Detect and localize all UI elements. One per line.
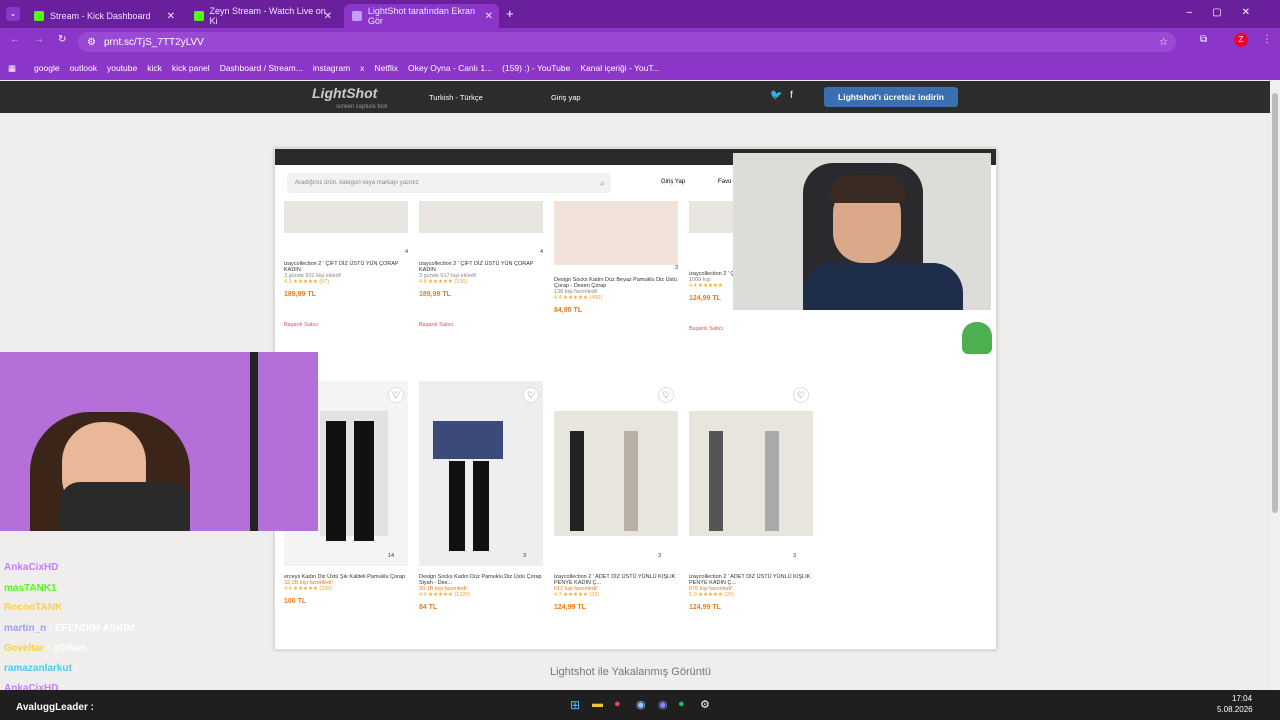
menu-icon[interactable]: ⋮ [1262, 34, 1272, 45]
emote-frog [962, 322, 992, 354]
forward-icon[interactable]: → [34, 34, 44, 45]
bookmark-youtube-159[interactable]: (159) :) - YouTube [502, 63, 570, 73]
bookmark-google[interactable]: google [34, 63, 60, 73]
tab-kick-dashboard[interactable]: Stream - Kick Dashboard ✕ [26, 4, 181, 28]
favorite-heart-icon: ♡ [523, 387, 539, 403]
reload-icon[interactable]: ↻ [58, 34, 66, 45]
product-image [419, 381, 543, 566]
product-card: 4 izaycollection 2 ' ÇİFT DİZ ÜSTÜ YÜN Ç… [284, 201, 408, 328]
chat-message: martin_n : EFENDİM AŞKIM [4, 623, 135, 634]
lightshot-header: LightShot screen capture tool Turkish - … [0, 81, 1270, 113]
bookmark-outlook[interactable]: outlook [70, 63, 97, 73]
bookmark-youtube[interactable]: youtube [107, 63, 137, 73]
new-tab-button[interactable]: + [506, 6, 514, 21]
tab-zeyn-stream[interactable]: Zeyn Stream - Watch Live on Ki ✕ [186, 4, 338, 28]
site-info-icon[interactable]: ⚙ [87, 37, 96, 48]
address-bar[interactable]: ⚙ prnt.sc/TjS_7TT2yLVV ☆ [78, 32, 1176, 52]
clock-time[interactable]: 17:04 [1232, 694, 1252, 703]
webcam-overlay-streamer [733, 153, 991, 310]
tab-search-button[interactable]: ⌄ [6, 7, 20, 21]
toolbar: ← → ↻ ⚙ prnt.sc/TjS_7TT2yLVV ☆ ⧉ Z ⋮ [0, 28, 1280, 56]
screenshot-caption: Lightshot ile Yakalanmış Görüntü [550, 666, 712, 678]
webcam-overlay-guest [0, 352, 318, 531]
product-card: 3 Design Socks Kadın Düz Beyaz Pamuklu D… [554, 201, 678, 314]
tab-strip: ⌄ Stream - Kick Dashboard ✕ Zeyn Stream … [0, 0, 1280, 28]
bookmark-kick-panel[interactable]: kick panel [172, 63, 210, 73]
close-tab-icon[interactable]: ✕ [485, 11, 493, 22]
kick-icon [194, 11, 204, 21]
settings-icon[interactable]: ⚙ [700, 698, 710, 711]
product-card: 3 izaycollection 2 ' ADET DİZ ÜSTÜ YÜNLÜ… [689, 381, 813, 611]
bookmark-star-icon[interactable]: ☆ [1159, 37, 1168, 48]
download-button[interactable]: Lightshot'ı ücretsiz indirin [824, 87, 958, 107]
taskbar: AvaluggLeader : ⊞ ▬ ● ◉ ◉ ● ⚙ 17:04 5.08… [0, 690, 1280, 720]
product-image [689, 381, 813, 566]
tab-lightshot[interactable]: LightShot tarafından Ekran Gör ✕ [344, 4, 499, 28]
product-card: 4 izaycollection 2 ' ÇİFT DİZ ÜSTÜ YÜN Ç… [419, 201, 543, 328]
product-image [554, 201, 678, 265]
bookmark-netflix[interactable]: Netflix [374, 63, 398, 73]
close-tab-icon[interactable]: ✕ [167, 11, 175, 22]
bookmarks-bar: ▦ google outlook youtube kick kick panel… [0, 56, 1280, 80]
product-image [419, 201, 543, 233]
profile-avatar[interactable]: Z [1234, 33, 1248, 47]
product-card: 3 Design Socks Kadın Düz Pamuklu Diz Üst… [419, 381, 543, 611]
shop-fav: Favo [718, 179, 732, 185]
login-link[interactable]: Giriş yap [551, 93, 581, 102]
shop-login: Giriş Yap [661, 179, 686, 185]
back-icon[interactable]: ← [10, 34, 20, 45]
bookmark-kick[interactable]: kick [147, 63, 162, 73]
chat-message: masTANK1 : [4, 583, 63, 594]
lightshot-logo[interactable]: LightShot screen capture tool [312, 85, 387, 110]
favorite-heart-icon: ♡ [388, 387, 404, 403]
chat-message: AvaluggLeader : [16, 702, 94, 713]
chat-message: Geveltar : gürkan [4, 643, 87, 654]
bookmark-okey[interactable]: Okey Oyna - Canlı 1... [408, 63, 492, 73]
kick-icon [34, 11, 44, 21]
shop-search-input: Aradığınız ürün, kategori veya markayı y… [287, 173, 611, 193]
steam-icon[interactable]: ◉ [636, 698, 646, 711]
discord-icon[interactable]: ◉ [658, 698, 668, 711]
language-select[interactable]: Turkish - Türkçe [429, 93, 483, 102]
bookmark-dashboard[interactable]: Dashboard / Stream... [220, 63, 303, 73]
bookmark-kanal[interactable]: Kanal içeriği - YouT... [580, 63, 659, 73]
favorite-heart-icon: ♡ [658, 387, 674, 403]
clock-date[interactable]: 5.08.2026 [1217, 705, 1253, 714]
twitter-icon[interactable]: 🐦 [770, 90, 782, 101]
page-scrollbar[interactable] [1270, 81, 1280, 690]
lightshot-icon [352, 11, 362, 21]
extensions-icon[interactable]: ⧉ [1200, 34, 1207, 45]
search-icon: ⌕ [599, 177, 605, 188]
url-text: prnt.sc/TjS_7TT2yLVV [104, 36, 204, 48]
product-image [284, 201, 408, 233]
facebook-icon[interactable]: f [790, 90, 793, 101]
spotify-icon[interactable]: ● [678, 698, 685, 710]
chat-message: AnkaCixHD : [4, 562, 65, 573]
product-card: 3 izaycollection 2 ' ADET DİZ ÜSTÜ YÜNLÜ… [554, 381, 678, 611]
chat-message: ramazanlarkut : [4, 663, 78, 674]
start-icon[interactable]: ⊞ [570, 698, 580, 712]
bookmark-x[interactable]: x [360, 63, 364, 73]
apps-icon[interactable]: ▦ [8, 63, 16, 74]
chat-message: RocooTANK : [4, 602, 69, 613]
bookmark-instagram[interactable]: instagram [313, 63, 350, 73]
explorer-icon[interactable]: ▬ [592, 698, 603, 710]
window-controls: –▢✕ [1186, 7, 1270, 18]
chrome-icon[interactable]: ● [614, 698, 621, 710]
close-tab-icon[interactable]: ✕ [324, 11, 332, 22]
favorite-heart-icon: ♡ [793, 387, 809, 403]
product-image [554, 381, 678, 566]
